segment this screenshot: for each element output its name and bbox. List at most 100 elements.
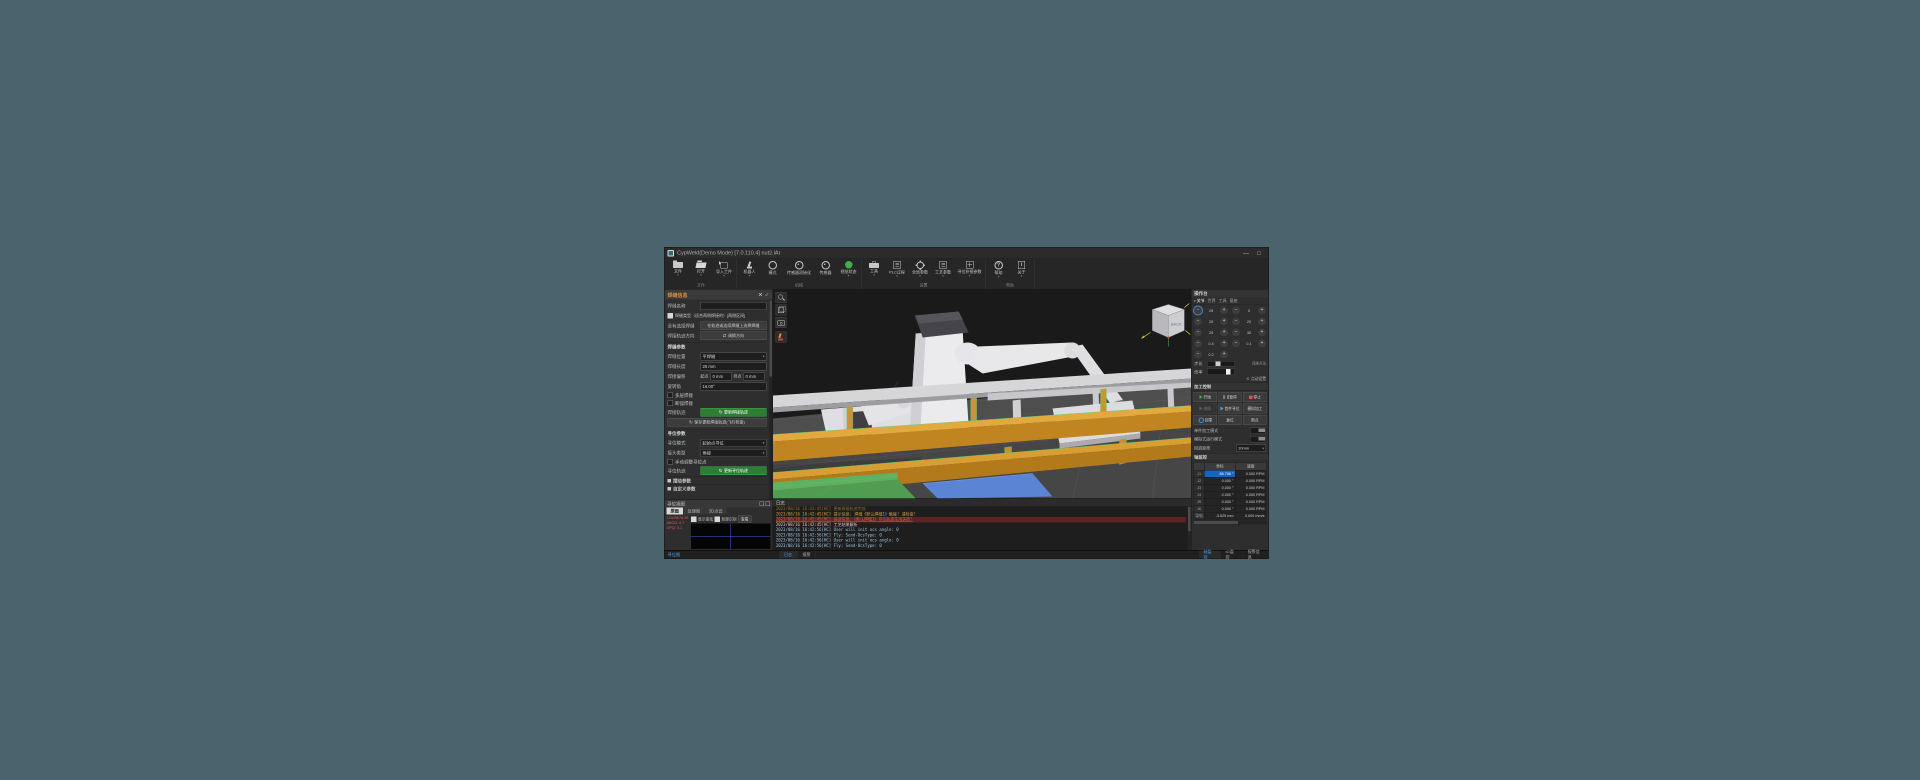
monitor-bottom-tab-3[interactable]: 报警信息: [1243, 550, 1269, 560]
log-bottom-tab-1[interactable]: 日志: [779, 550, 798, 559]
toolbar-item-robot[interactable]: 机器人 ▾: [740, 260, 759, 279]
save-update-track-button[interactable]: ↻ 保存更新焊接轨迹(飞行检查): [667, 418, 767, 427]
3d-scene[interactable]: BACK: [772, 289, 1192, 499]
robot-tool-icon[interactable]: [775, 331, 787, 343]
log-bottom-tab-2[interactable]: 报警: [798, 550, 816, 559]
toolbar-item-comp[interactable]: 寻位补偿参数 ▾: [957, 260, 983, 279]
toolbar-item-import[interactable]: 导入工件 ▾: [715, 260, 734, 279]
暂停-button[interactable]: 暂停: [1218, 392, 1242, 402]
backoff-select[interactable]: 10mm ▾: [1236, 444, 1266, 452]
jog-minus-button[interactable]: −: [1231, 328, 1241, 337]
模拟加工-button[interactable]: 模拟加工: [1243, 403, 1267, 414]
模拟式运行模式-toggle[interactable]: [1250, 436, 1266, 443]
update-weld-track-button[interactable]: ↻ 更新焊接轨迹: [700, 408, 767, 417]
axis-row-J3[interactable]: J3 0.000 ° 0.000 RPM: [1193, 484, 1267, 492]
toolbar-item-sensor2[interactable]: 传感器: [816, 260, 835, 280]
jog-plus-button[interactable]: +: [1219, 306, 1229, 315]
jog-plus-button[interactable]: +: [1257, 339, 1267, 348]
update-locate-track-button[interactable]: ↻ 更新寻位轨迹: [700, 466, 767, 475]
3d-viewport[interactable]: BACK: [772, 289, 1192, 499]
view-button[interactable]: 查看: [738, 515, 752, 523]
jog-minus-button[interactable]: −: [1193, 339, 1203, 348]
jog-plus-button[interactable]: +: [1219, 317, 1229, 326]
offset-start-input[interactable]: 0 mm: [710, 372, 732, 381]
axis-row-J2[interactable]: J2 0.000 ° 0.000 RPM: [1193, 477, 1267, 485]
camera-view-icon[interactable]: [775, 317, 787, 328]
rate-slider[interactable]: [1207, 368, 1236, 375]
expand-icon[interactable]: [759, 501, 764, 506]
axis-row-J5[interactable]: J5 0.000 ° 0.000 RPM: [1193, 498, 1267, 506]
toolbar-item-mode[interactable]: 模式: [763, 260, 782, 280]
jog-plus-button[interactable]: +: [1219, 350, 1229, 359]
toolbar-item-help[interactable]: ? 帮助 ▾: [989, 260, 1008, 280]
axis-row-J1[interactable]: J1 85.706 ° 0.000 RPM: [1193, 470, 1267, 478]
arc-break-checkbox[interactable]: [667, 400, 673, 406]
jog-minus-button[interactable]: −: [1231, 339, 1241, 348]
jog-minus-button[interactable]: −: [1231, 306, 1241, 315]
继续-button[interactable]: 继续: [1193, 403, 1217, 414]
jog-plus-button[interactable]: +: [1257, 328, 1267, 337]
camera-image-canvas[interactable]: · ·: [691, 523, 771, 549]
show-find-checkbox[interactable]: [691, 516, 697, 522]
minimize-button[interactable]: —: [1240, 248, 1253, 258]
step-slider[interactable]: [1207, 360, 1236, 367]
log-lines[interactable]: 2023/08/16 16:42:45[HC] 更新焊接轨迹完成 2023/08/…: [773, 506, 1191, 550]
view-cube-icon[interactable]: [775, 304, 787, 316]
monitor-bottom-tab-1[interactable]: 轴监控: [1198, 550, 1221, 560]
seam-name-input[interactable]: [700, 301, 767, 310]
log-line[interactable]: 2023/08/16 16:42:56[HC] Fly: Send-OcsTyp…: [776, 543, 1186, 548]
toolbar-item-folder[interactable]: 文件 ▾: [669, 260, 688, 278]
manual-adjust-checkbox[interactable]: [667, 459, 673, 465]
toolbar-item-sheet[interactable]: 工艺参数 ▾: [934, 260, 953, 279]
jog-plus-button[interactable]: +: [1257, 317, 1267, 326]
jog-minus-button[interactable]: −: [1193, 350, 1203, 359]
close-icon[interactable]: ✕: [758, 291, 763, 298]
jog-plus-button[interactable]: +: [1219, 339, 1229, 348]
toolbar-item-about[interactable]: i 关于 ▾: [1012, 260, 1031, 279]
swap-direction-button[interactable]: ⇄ 调换方向: [700, 331, 767, 340]
jog-minus-button[interactable]: −: [1231, 317, 1241, 326]
confirm-check-icon[interactable]: ✔: [765, 291, 770, 298]
vision-tab-2[interactable]: 处理图: [683, 507, 705, 515]
jog-minus-button[interactable]: −: [1193, 317, 1203, 326]
seam-position-select[interactable]: 平焊缝 ▾: [700, 352, 767, 361]
rotate-angle-input[interactable]: 16.00°: [700, 382, 767, 391]
jog-plus-button[interactable]: +: [1257, 306, 1267, 315]
首件寻位-button[interactable]: 首件寻位: [1218, 403, 1242, 414]
停止-button[interactable]: 停止: [1243, 392, 1267, 402]
jog-minus-button[interactable]: −: [1193, 328, 1203, 337]
multilayer-checkbox[interactable]: [667, 392, 673, 398]
jog-mode-tab-1[interactable]: 关节: [1194, 298, 1205, 304]
offset-end-input[interactable]: 0 mm: [743, 372, 765, 381]
toolbar-item-sensor[interactable]: 传感器初始化: [786, 260, 812, 280]
contour-checkbox[interactable]: [714, 516, 720, 522]
jog-plus-button[interactable]: +: [1219, 328, 1229, 337]
axis-table-scrollbar[interactable]: [1193, 520, 1267, 525]
toolbar-item-open[interactable]: 打开 ▾: [692, 260, 711, 278]
回零-button[interactable]: 回零: [1193, 415, 1217, 425]
locate-mode-select[interactable]: 起始点寻位 ▾: [700, 438, 767, 447]
复位-button[interactable]: 复位: [1218, 415, 1242, 425]
zoom-icon[interactable]: [775, 292, 787, 303]
axis-row-J4[interactable]: J4 0.000 ° 0.000 RPM: [1193, 491, 1267, 499]
jog-minus-button[interactable]: −: [1193, 306, 1203, 315]
axis-row-J6[interactable]: J6 0.000 ° 0.000 RPM: [1193, 505, 1267, 513]
toolbar-item-doc[interactable]: PLC过程 ▾: [888, 260, 907, 279]
toolbar-item-gear[interactable]: 全局参数 ▾: [911, 260, 930, 279]
left-panel-scrollbar[interactable]: [768, 299, 773, 500]
toolbar-item-status[interactable]: 视觉状态 ▾: [839, 260, 858, 279]
axis-row-导轨[interactable]: 导轨 -3.525 mm 0.000 mm/s: [1193, 512, 1267, 520]
vision-tab-1[interactable]: 原图: [666, 507, 684, 515]
seam-length-input[interactable]: 25 mm: [700, 362, 767, 371]
开始-button[interactable]: 开始: [1193, 392, 1217, 402]
seam-type-checkbox[interactable]: [667, 313, 673, 319]
maximize-button[interactable]: □: [1253, 248, 1266, 258]
jog-mode-tab-4[interactable]: 基座: [1230, 298, 1238, 304]
popout-icon[interactable]: [765, 501, 770, 506]
monitor-bottom-tab-2[interactable]: IO监控: [1220, 550, 1243, 560]
log-scrollbar[interactable]: [1187, 506, 1192, 550]
collapsed-section-摆动参数[interactable]: 摆动参数: [667, 476, 767, 485]
toolbar-item-case[interactable]: 工具 ▾: [865, 260, 884, 278]
status-locating-label[interactable]: 寻位图: [668, 552, 681, 558]
collapsed-section-自定义参数[interactable]: 自定义参数: [667, 484, 767, 493]
